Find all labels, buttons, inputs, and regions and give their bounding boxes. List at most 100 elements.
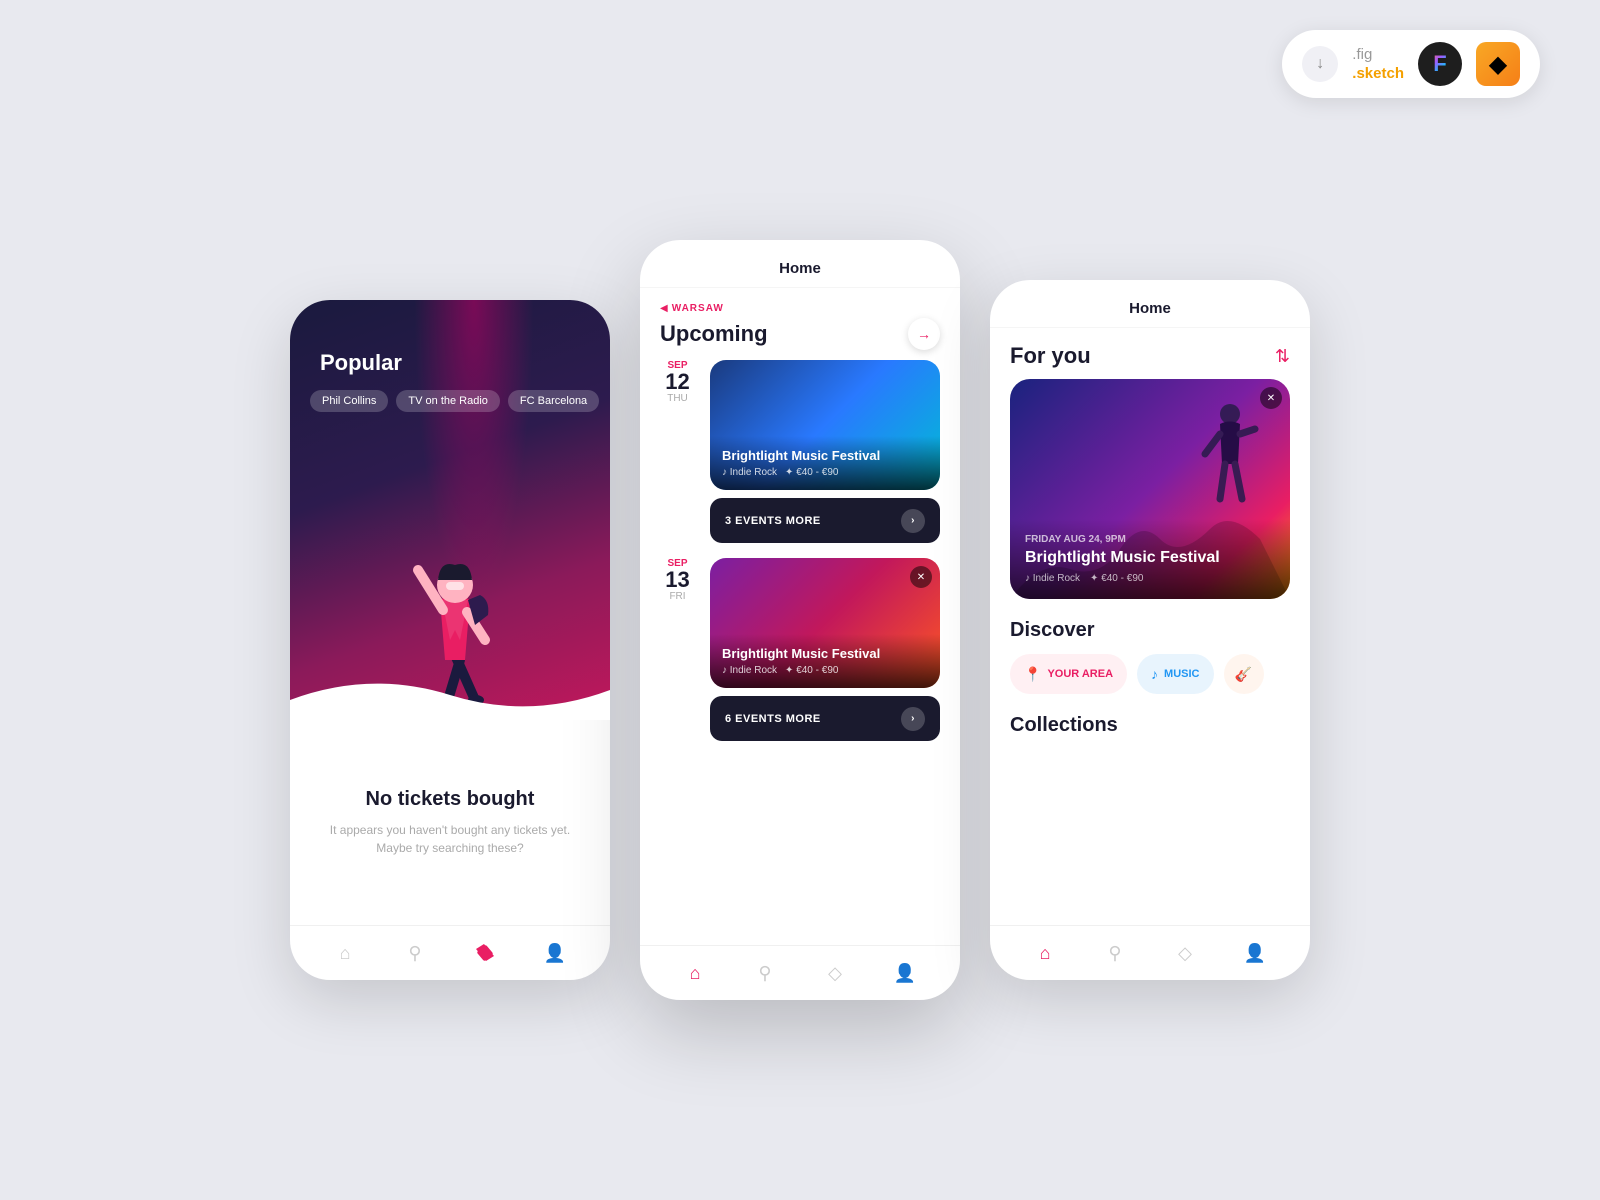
more-events-btn-6[interactable]: 6 EVENTS MORE › (710, 696, 940, 741)
close-event-btn[interactable]: ✕ (910, 566, 932, 588)
events-col-sep12: Brightlight Music Festival ♪ Indie Rock … (710, 360, 940, 543)
wave-divider (290, 670, 610, 720)
phone3-nav-ticket[interactable]: ◇ (1173, 941, 1197, 965)
phone3-header: Home (990, 280, 1310, 328)
upcoming-arrow-btn[interactable]: → (908, 318, 940, 350)
popular-label: Popular (320, 350, 402, 376)
collections-title: Collections (1010, 714, 1290, 737)
fig-label: .fig (1352, 45, 1404, 65)
no-tickets-title: No tickets bought (366, 788, 535, 811)
no-tickets-content: No tickets bought It appears you haven't… (290, 720, 610, 925)
chip-music-label: MUSIC (1164, 668, 1199, 680)
tag-phil-collins[interactable]: Phil Collins (310, 390, 388, 412)
phone3-nav: ⌂ ⚲ ◇ 👤 (990, 925, 1310, 980)
upcoming-title: Upcoming (660, 321, 768, 347)
chip-area-label: YOUR AREA (1047, 668, 1113, 680)
no-tickets-desc: It appears you haven't bought any ticket… (330, 821, 570, 857)
event-overlay: Brightlight Music Festival ♪ Indie Rock … (710, 436, 940, 490)
area-icon: 📍 (1024, 666, 1041, 683)
phone2-nav-search[interactable]: ⚲ (753, 961, 777, 985)
date-col-sep12: SEP 12 THU (660, 360, 695, 404)
discover-row: 📍 YOUR AREA ♪ MUSIC 🎸 (1010, 654, 1290, 694)
music-icon: ♪ (1151, 666, 1158, 682)
nav-home-icon[interactable]: ⌂ (333, 941, 357, 965)
file-types: .fig .sketch (1352, 45, 1404, 84)
filter-icon[interactable]: ⇅ (1275, 346, 1290, 367)
phone-upcoming: Home ◀ WARSAW Upcoming → SEP 12 TH (640, 240, 960, 1000)
location-row: ◀ WARSAW (660, 303, 940, 314)
dayname-thu: THU (660, 393, 695, 404)
featured-meta: ♪ Indie Rock ✦ €40 - €90 (1025, 573, 1275, 584)
for-you-title: For you (1010, 343, 1091, 369)
more-count-6: 6 EVENTS MORE (725, 713, 901, 725)
event-card-brightlight-2[interactable]: ✕ Brightlight Music Festival ♪ Indie Roc… (710, 558, 940, 688)
featured-name: Brightlight Music Festival (1025, 549, 1275, 567)
date-col-sep13: SEP 13 FRI (660, 558, 695, 602)
featured-close-btn[interactable]: ✕ (1260, 387, 1282, 409)
event-meta-1: ♪ Indie Rock ✦ €40 - €90 (722, 467, 928, 478)
featured-price: ✦ €40 - €90 (1090, 573, 1143, 584)
price-2: ✦ €40 - €90 (785, 665, 838, 676)
for-you-header: For you ⇅ (1010, 328, 1290, 379)
date-row-sep12: SEP 12 THU Brightlight Music Festival ♪ … (660, 360, 940, 543)
phone3-nav-user[interactable]: 👤 (1243, 941, 1267, 965)
upcoming-header: ◀ WARSAW Upcoming → (660, 288, 940, 360)
phones-container: Popular Phil Collins TV on the Radio FC … (290, 240, 1310, 1000)
dayname-fri: FRI (660, 591, 695, 602)
phone3-nav-home[interactable]: ⌂ (1033, 941, 1057, 965)
more-arrow-icon-6: › (901, 707, 925, 731)
day-12: 12 (660, 371, 695, 393)
tag-tv-radio[interactable]: TV on the Radio (396, 390, 500, 412)
event-meta-2: ♪ Indie Rock ✦ €40 - €90 (722, 665, 928, 676)
figma-icon[interactable]: F (1418, 42, 1462, 86)
event-overlay-2: Brightlight Music Festival ♪ Indie Rock … (710, 634, 940, 688)
phone2-nav-ticket[interactable]: ◇ (823, 961, 847, 985)
nav-user-icon[interactable]: 👤 (543, 941, 567, 965)
phone-for-you: Home For you ⇅ (990, 280, 1310, 980)
phone2-nav-home[interactable]: ⌂ (683, 961, 707, 985)
date-row-sep13: SEP 13 FRI ✕ Brightlight Music Festival … (660, 558, 940, 741)
nav-search-icon[interactable]: ⚲ (403, 941, 427, 965)
phone2-nav: ⌂ ⚲ ◇ 👤 (640, 945, 960, 1000)
hero-section: Popular Phil Collins TV on the Radio FC … (290, 300, 610, 720)
featured-genre: ♪ Indie Rock (1025, 573, 1080, 584)
upcoming-row: Upcoming → (660, 318, 940, 350)
sketch-icon[interactable]: ◆ (1476, 42, 1520, 86)
event-name-1: Brightlight Music Festival (722, 448, 928, 463)
phone2-header: Home (640, 240, 960, 288)
location-text: WARSAW (672, 303, 724, 314)
event-card-brightlight-1[interactable]: Brightlight Music Festival ♪ Indie Rock … (710, 360, 940, 490)
tag-fc-barcelona[interactable]: FC Barcelona (508, 390, 599, 412)
nav-ticket-icon[interactable] (473, 941, 497, 965)
phone2-nav-user[interactable]: 👤 (893, 961, 917, 985)
featured-overlay: FRIDAY AUG 24, 9PM Brightlight Music Fes… (1010, 519, 1290, 599)
featured-date: FRIDAY AUG 24, 9PM (1025, 534, 1275, 545)
genre-2: ♪ Indie Rock (722, 665, 777, 676)
phone3-scroll[interactable]: For you ⇅ (990, 328, 1310, 925)
price-1: ✦ €40 - €90 (785, 467, 838, 478)
phone2-scroll[interactable]: ◀ WARSAW Upcoming → SEP 12 THU (640, 288, 960, 945)
more-arrow-icon-3: › (901, 509, 925, 533)
popular-tags: Phil Collins TV on the Radio FC Barcelon… (310, 390, 599, 412)
phone1-nav: ⌂ ⚲ 👤 (290, 925, 610, 980)
sketch-label: .sketch (1352, 64, 1404, 84)
discover-title: Discover (1010, 619, 1290, 642)
event-section-sep12: SEP 12 THU Brightlight Music Festival ♪ … (660, 360, 940, 543)
day-13: 13 (660, 569, 695, 591)
discover-chip-music[interactable]: ♪ MUSIC (1137, 654, 1213, 694)
events-col-sep13: ✕ Brightlight Music Festival ♪ Indie Roc… (710, 558, 940, 741)
phone-no-tickets: Popular Phil Collins TV on the Radio FC … (290, 300, 610, 980)
discover-chip-extra[interactable]: 🎸 (1224, 654, 1264, 694)
more-count-3: 3 EVENTS MORE (725, 515, 901, 527)
location-arrow-icon: ◀ (660, 303, 668, 314)
download-badge[interactable]: ↓ .fig .sketch F ◆ (1282, 30, 1540, 98)
phone3-nav-search[interactable]: ⚲ (1103, 941, 1127, 965)
download-arrow-icon: ↓ (1302, 46, 1338, 82)
event-section-sep13: SEP 13 FRI ✕ Brightlight Music Festival … (660, 558, 940, 741)
genre-1: ♪ Indie Rock (722, 467, 777, 478)
discover-chip-area[interactable]: 📍 YOUR AREA (1010, 654, 1127, 694)
more-events-btn-3[interactable]: 3 EVENTS MORE › (710, 498, 940, 543)
extra-icon: 🎸 (1235, 666, 1252, 683)
featured-card[interactable]: ✕ FRIDAY AUG 24, 9PM Brightlight Music F… (1010, 379, 1290, 599)
event-name-2: Brightlight Music Festival (722, 646, 928, 661)
